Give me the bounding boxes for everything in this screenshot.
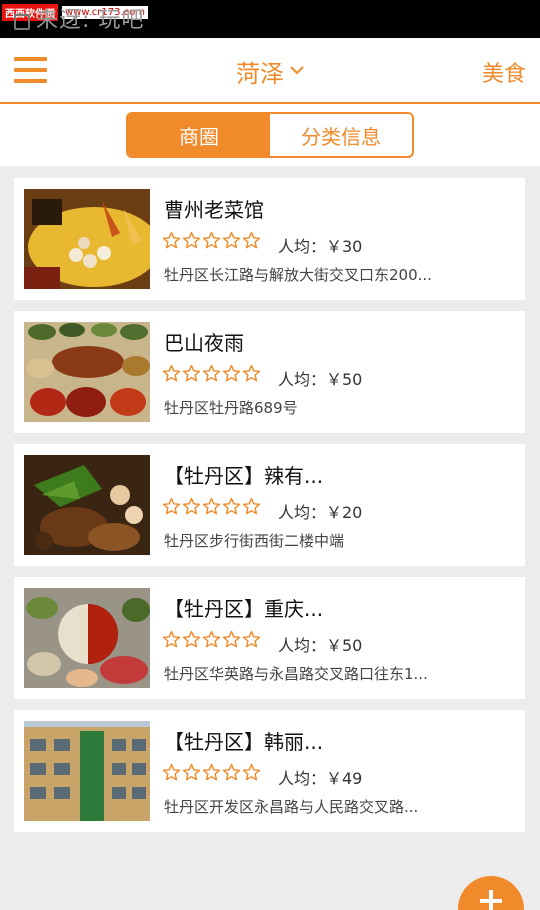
restaurant-address: 牡丹区开发区永昌路与人民路交叉路...: [164, 798, 419, 816]
star-outline-icon: [162, 630, 181, 648]
star-outline-icon: [222, 364, 241, 382]
list-item[interactable]: 【牡丹区】辣有... 人均：￥20 牡丹区步行街西街二楼中端: [14, 444, 525, 566]
restaurant-name: 巴山夜雨: [164, 331, 244, 355]
restaurant-photo: [24, 455, 150, 555]
price-per-person: 人均：￥20: [278, 503, 363, 522]
star-outline-icon: [182, 630, 201, 648]
star-outline-icon: [182, 497, 201, 515]
restaurant-address: 牡丹区步行街西街二楼中端: [164, 532, 345, 550]
status-text: 来迓: 玩吧: [36, 8, 145, 33]
city-selector-wrap: 菏泽: [0, 54, 540, 89]
star-outline-icon: [222, 231, 241, 249]
price-per-person: 人均：￥49: [278, 769, 363, 788]
star-outline-icon: [202, 497, 221, 515]
star-outline-icon: [242, 630, 261, 648]
restaurant-name: 【牡丹区】辣有...: [164, 464, 324, 488]
star-outline-icon: [202, 364, 221, 382]
segmented-control: 商圈 分类信息: [126, 112, 414, 158]
restaurant-address: 牡丹区长江路与解放大街交叉口东200...: [164, 266, 432, 284]
city-selector[interactable]: 菏泽: [236, 54, 304, 89]
star-outline-icon: [202, 763, 221, 781]
app-notification-icon: [14, 14, 30, 30]
list-item[interactable]: 【牡丹区】韩丽... 人均：￥49 牡丹区开发区永昌路与人民路交叉路...: [14, 710, 525, 832]
chevron-down-icon: [290, 65, 304, 74]
price-per-person: 人均：￥50: [278, 636, 363, 655]
restaurant-name: 曹州老菜馆: [164, 198, 264, 222]
city-label: 菏泽: [236, 60, 284, 88]
rating-stars: [162, 364, 261, 383]
star-outline-icon: [162, 364, 181, 382]
star-outline-icon: [242, 497, 261, 515]
rating-stars: [162, 231, 261, 250]
star-outline-icon: [222, 630, 241, 648]
star-outline-icon: [242, 231, 261, 249]
restaurant-name: 【牡丹区】重庆...: [164, 597, 324, 621]
status-bar: 西西软件园 www.cr173.com 来迓: 玩吧: [0, 0, 540, 38]
star-outline-icon: [242, 763, 261, 781]
star-outline-icon: [242, 364, 261, 382]
list-item[interactable]: 曹州老菜馆 人均：￥30 牡丹区长江路与解放大街交叉口东200...: [14, 178, 525, 300]
star-outline-icon: [162, 231, 181, 249]
star-outline-icon: [202, 231, 221, 249]
restaurant-photo: [24, 322, 150, 422]
star-outline-icon: [182, 231, 201, 249]
category-button[interactable]: 美食: [482, 56, 526, 88]
tab-classified-info[interactable]: 分类信息: [270, 114, 412, 156]
star-outline-icon: [182, 364, 201, 382]
restaurant-address: 牡丹区华英路与永昌路交叉路口往东1...: [164, 665, 428, 683]
add-button[interactable]: [458, 876, 524, 910]
list-item[interactable]: 巴山夜雨 人均：￥50 牡丹区牡丹路689号: [14, 311, 525, 433]
star-outline-icon: [162, 497, 181, 515]
restaurant-photo: [24, 189, 150, 289]
app-bar: 菏泽 美食: [0, 38, 540, 104]
star-outline-icon: [162, 763, 181, 781]
rating-stars: [162, 763, 261, 782]
rating-stars: [162, 497, 261, 516]
rating-stars: [162, 630, 261, 649]
restaurant-address: 牡丹区牡丹路689号: [164, 399, 298, 417]
star-outline-icon: [202, 630, 221, 648]
segment-bar: 商圈 分类信息: [0, 104, 540, 166]
tab-business-district[interactable]: 商圈: [128, 114, 270, 156]
star-outline-icon: [182, 763, 201, 781]
price-per-person: 人均：￥50: [278, 370, 363, 389]
restaurant-photo: [24, 588, 150, 688]
restaurant-photo: [24, 721, 150, 821]
price-per-person: 人均：￥30: [278, 237, 363, 256]
star-outline-icon: [222, 763, 241, 781]
list-item[interactable]: 【牡丹区】重庆... 人均：￥50 牡丹区华英路与永昌路交叉路口往东1...: [14, 577, 525, 699]
star-outline-icon: [222, 497, 241, 515]
restaurant-name: 【牡丹区】韩丽...: [164, 730, 324, 754]
